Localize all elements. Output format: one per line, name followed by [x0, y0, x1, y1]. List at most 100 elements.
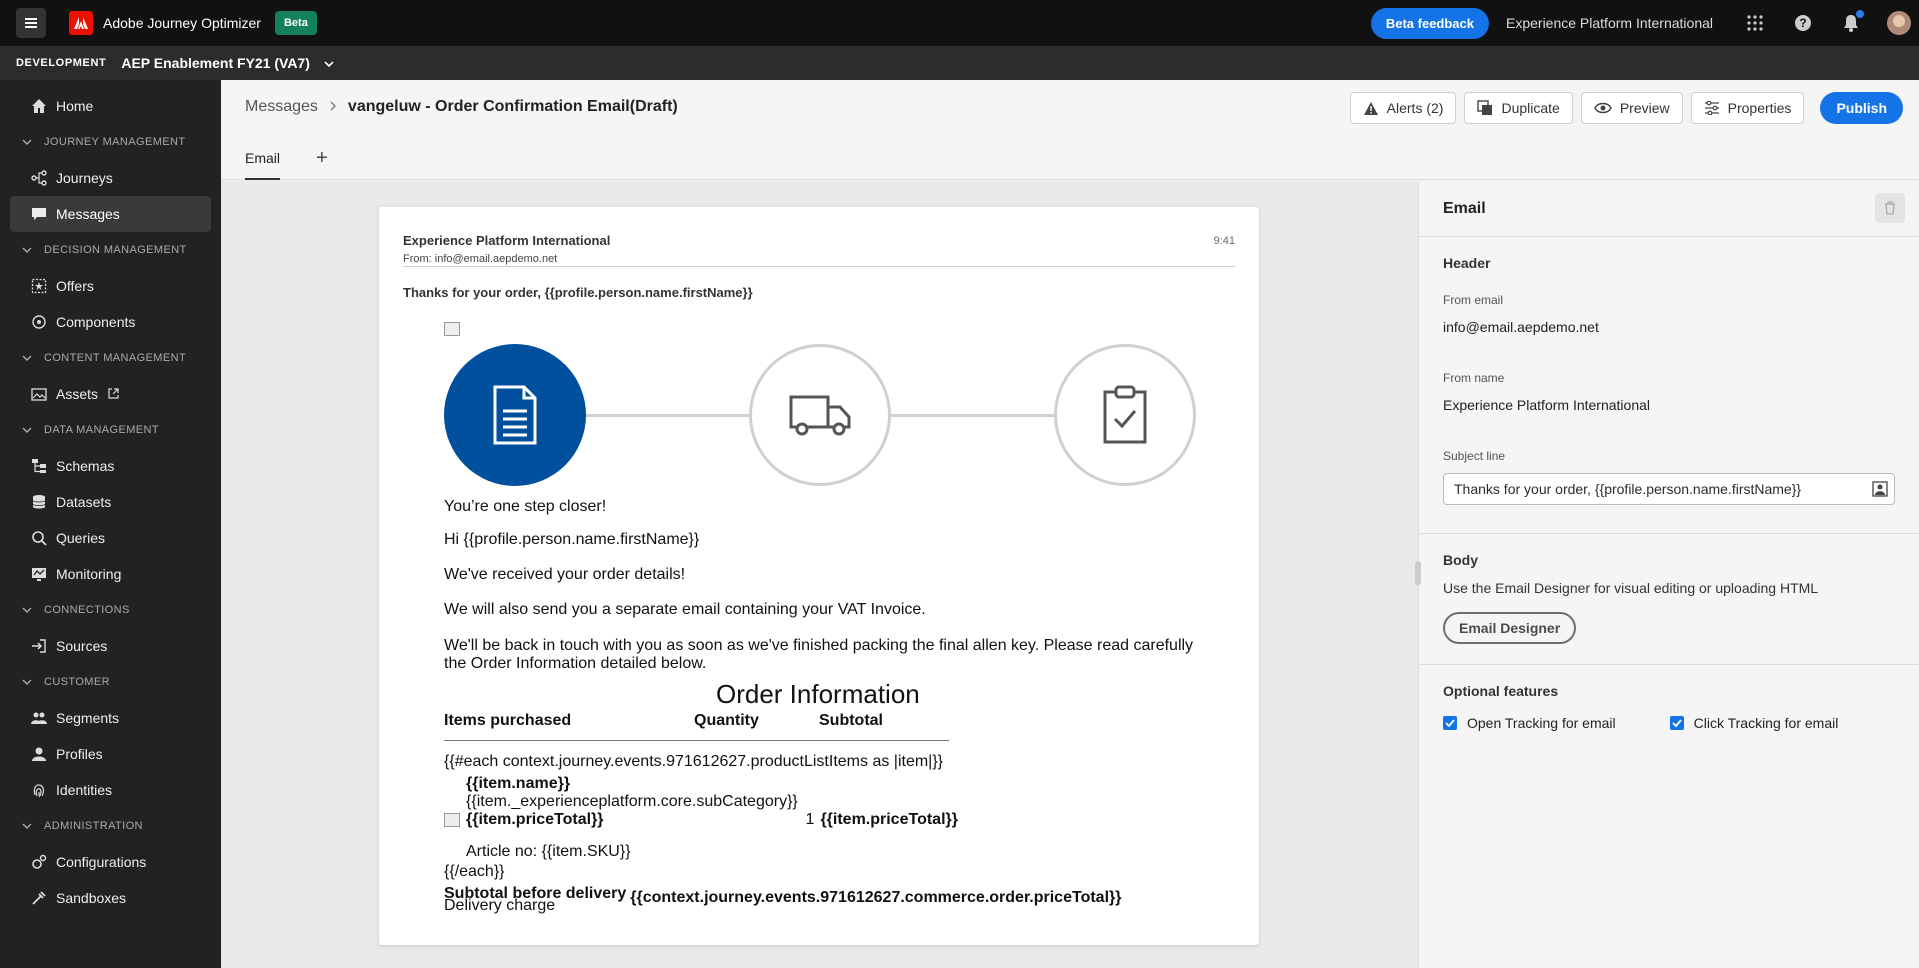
sidebar-item-journeys[interactable]: Journeys [10, 160, 211, 196]
order-information-title: Order Information [716, 679, 920, 710]
sidebar-item-configurations[interactable]: Configurations [10, 844, 211, 880]
chevron-down-icon [22, 424, 32, 436]
panel-resize-handle[interactable] [1415, 561, 1421, 585]
sidebar-item-profiles[interactable]: Profiles [10, 736, 211, 772]
checkmark-icon [1669, 716, 1684, 730]
template-each-close: {{/each}} [444, 863, 505, 881]
section-title: Body [1443, 552, 1478, 568]
sidebar-item-label: Offers [56, 278, 94, 294]
broken-image-icon [444, 813, 460, 828]
open-tracking-label: Open Tracking for email [1467, 715, 1616, 731]
preview-time: 9:41 [1213, 235, 1235, 247]
breadcrumb: Messages vangeluw - Order Confirmation E… [245, 98, 678, 116]
email-body[interactable]: You’re one step closer! Hi {{profile.per… [444, 322, 1204, 915]
subtotal-row: Subtotal before delivery {{context.journ… [444, 885, 1204, 907]
breadcrumb-messages[interactable]: Messages [245, 98, 318, 116]
item-name: {{item.name}} [466, 775, 571, 793]
sidebar-item-assets[interactable]: Assets [10, 376, 211, 412]
progress-connector [584, 414, 751, 417]
external-link-icon [108, 386, 119, 402]
personalization-icon[interactable] [1872, 481, 1888, 500]
document-icon [444, 344, 586, 486]
sidebar-item-segments[interactable]: Segments [10, 700, 211, 736]
configurations-icon [30, 853, 48, 871]
sidebar-item-schemas[interactable]: Schemas [10, 448, 211, 484]
properties-button[interactable]: Properties [1690, 92, 1805, 124]
sidebar-item-label: Assets [56, 386, 99, 402]
sidebar-item-sources[interactable]: Sources [10, 628, 211, 664]
sandbox-switcher[interactable]: AEP Enablement FY21 (VA7) [121, 55, 310, 71]
publish-button[interactable]: Publish [1820, 92, 1903, 124]
sidebar-item-label: Schemas [56, 458, 115, 474]
offers-icon [30, 277, 48, 295]
tracking-options: Open Tracking for email Click Tracking f… [1443, 715, 1895, 731]
subject-line-input[interactable]: Thanks for your order, {{profile.person.… [1443, 473, 1895, 505]
column-items: Items purchased [444, 712, 572, 730]
email-text: We've received your order details! [444, 565, 686, 583]
panel-title: Email [1419, 181, 1919, 237]
section-label: ADMINISTRATION [44, 820, 143, 832]
notification-dot [1855, 9, 1865, 19]
notifications-bell-icon[interactable] [1839, 9, 1865, 35]
sidebar-item-home[interactable]: Home [10, 88, 211, 124]
section-administration[interactable]: ADMINISTRATION [0, 808, 221, 844]
channel-tabs: Email + [245, 140, 328, 180]
preview-button[interactable]: Preview [1580, 92, 1683, 124]
datasets-icon [30, 493, 48, 511]
alerts-button[interactable]: Alerts (2) [1349, 92, 1457, 124]
sidebar-item-identities[interactable]: Identities [10, 772, 211, 808]
open-tracking-checkbox[interactable]: Open Tracking for email [1443, 715, 1616, 731]
tab-email[interactable]: Email [245, 150, 281, 180]
sidebar-item-label: Configurations [56, 854, 147, 870]
home-icon [30, 97, 48, 115]
delete-icon[interactable] [1875, 193, 1905, 223]
menu-icon[interactable] [16, 8, 46, 38]
section-customer[interactable]: CUSTOMER [0, 664, 221, 700]
section-journey-management[interactable]: JOURNEY MANAGEMENT [0, 124, 221, 160]
preview-label: Preview [1619, 100, 1670, 116]
sidebar-item-label: Journeys [56, 170, 113, 186]
click-tracking-checkbox[interactable]: Click Tracking for email [1669, 715, 1838, 731]
email-text: Hi {{profile.person.name.firstName}} [444, 531, 700, 549]
email-text: You’re one step closer! [444, 498, 607, 515]
sidebar-item-sandboxes[interactable]: Sandboxes [10, 880, 211, 916]
sidebar-item-label: Monitoring [56, 566, 122, 582]
sidebar-item-label: Datasets [56, 494, 112, 510]
environment-label: DEVELOPMENT [16, 57, 107, 69]
sidebar-item-label: Components [56, 314, 136, 330]
sidebar-item-messages[interactable]: Messages [10, 196, 211, 232]
chevron-down-icon [22, 604, 32, 616]
sidebar-item-label: Home [56, 98, 94, 114]
section-content-management[interactable]: CONTENT MANAGEMENT [0, 340, 221, 376]
chevron-down-icon[interactable] [324, 55, 334, 71]
apps-grid-icon[interactable] [1743, 11, 1767, 35]
sidebar-item-label: Queries [56, 530, 106, 546]
email-designer-button[interactable]: Email Designer [1443, 612, 1577, 644]
from-name-value[interactable]: Experience Platform International [1443, 397, 1895, 413]
sidebar-item-offers[interactable]: Offers [10, 268, 211, 304]
section-connections[interactable]: CONNECTIONS [0, 592, 221, 628]
delivery-truck-icon [749, 344, 891, 486]
sidebar-item-queries[interactable]: Queries [10, 520, 211, 556]
clipboard-check-icon [1054, 344, 1196, 486]
beta-badge: Beta [274, 11, 317, 35]
item-subcategory: {{item._experienceplatform.core.subCateg… [466, 793, 798, 811]
sidebar-item-datasets[interactable]: Datasets [10, 484, 211, 520]
org-switcher[interactable]: Experience Platform International [1506, 15, 1713, 31]
beta-feedback-button[interactable]: Beta feedback [1370, 7, 1489, 39]
from-email-value[interactable]: info@email.aepdemo.net [1443, 319, 1895, 335]
sidebar-item-components[interactable]: Components [10, 304, 211, 340]
add-tab-button[interactable]: + [316, 147, 328, 180]
item-quantity: 1 [805, 811, 815, 829]
section-data-management[interactable]: DATA MANAGEMENT [0, 412, 221, 448]
item-price: {{item.priceTotal}} [466, 811, 604, 829]
sidebar-item-monitoring[interactable]: Monitoring [10, 556, 211, 592]
item-article-number: Article no: {{item.SKU}} [466, 843, 631, 861]
duplicate-button[interactable]: Duplicate [1464, 92, 1573, 124]
section-decision-management[interactable]: DECISION MANAGEMENT [0, 232, 221, 268]
help-icon[interactable]: ? [1791, 11, 1815, 35]
column-quantity: Quantity [694, 712, 759, 730]
email-preview-canvas: Experience Platform International From: … [221, 181, 1418, 968]
section-label: CONNECTIONS [44, 604, 130, 616]
user-avatar[interactable] [1887, 11, 1911, 35]
